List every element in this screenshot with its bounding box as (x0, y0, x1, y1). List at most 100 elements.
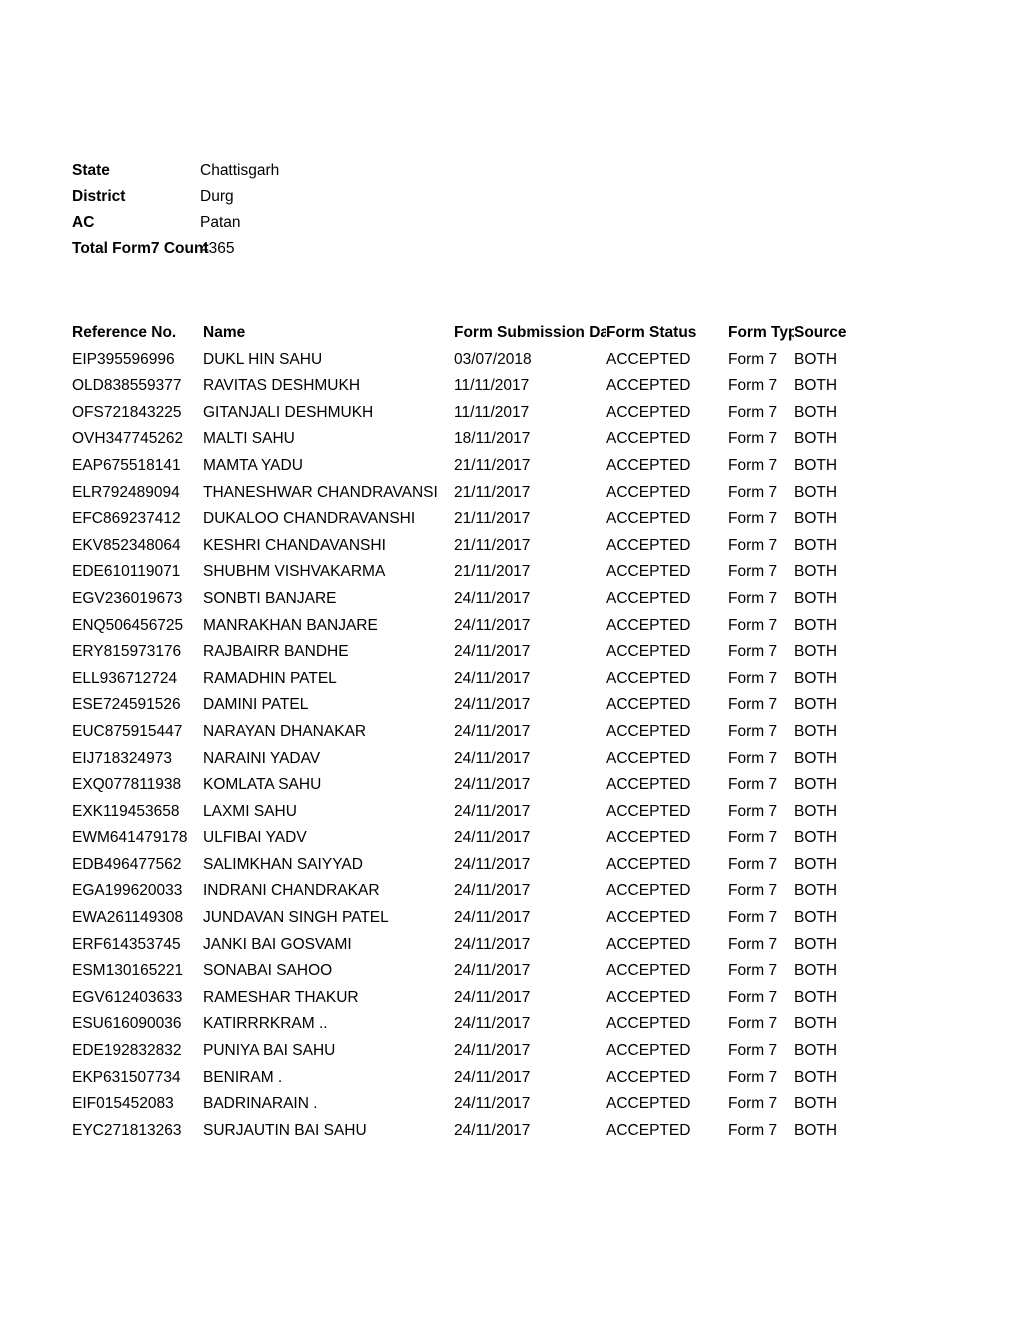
cell-name: SONABAI SAHOO (203, 962, 333, 980)
cell-form-status: ACCEPTED (606, 510, 691, 528)
cell-form-submission-date: 21/11/2017 (454, 483, 531, 501)
cell-form-type: Form 7 (728, 669, 778, 687)
cell-reference-no: ERF614353745 (72, 935, 181, 953)
cell-name: KATIRRRKRAM .. (203, 1015, 328, 1033)
cell-source: BOTH (794, 1121, 838, 1139)
cell-reference-no: ESE724591526 (72, 696, 181, 714)
cell-form-status: ACCEPTED (606, 829, 691, 847)
meta-value-ac: Patan (200, 214, 241, 231)
cell-source: BOTH (794, 403, 838, 421)
meta-label-state: State (72, 162, 110, 179)
cell-name: MANRAKHAN BANJARE (203, 616, 378, 634)
cell-name: BADRINARAIN . (203, 1095, 318, 1113)
cell-form-type: Form 7 (728, 909, 778, 927)
table-row: EDE610119071 SHUBHM VISHVAKARMA 21/11/2017… (72, 559, 872, 586)
cell-form-type: Form 7 (728, 776, 778, 794)
cell-form-type: Form 7 (728, 696, 778, 714)
cell-name: PUNIYA BAI SAHU (203, 1042, 336, 1060)
cell-form-submission-date: 24/11/2017 (454, 855, 531, 873)
cell-form-status: ACCEPTED (606, 456, 691, 474)
cell-form-type: Form 7 (728, 829, 778, 847)
cell-form-status: ACCEPTED (606, 430, 691, 448)
cell-source: BOTH (794, 882, 838, 900)
cell-form-type: Form 7 (728, 350, 778, 368)
table-row: EIP395596996 DUKL HIN SAHU 03/07/2018 ACCEP… (72, 347, 872, 374)
cell-source: BOTH (794, 616, 838, 634)
cell-reference-no: EIP395596996 (72, 350, 175, 368)
cell-form-status: ACCEPTED (606, 1068, 691, 1086)
table-row: ERY815973176 RAJBAIRR BANDHE 24/11/2017 ACC… (72, 639, 872, 666)
table-row: EYC271813263 SURJAUTIN BAI SAHU 24/11/2017… (72, 1118, 872, 1145)
cell-form-type: Form 7 (728, 1095, 778, 1113)
cell-reference-no: ELR792489094 (72, 483, 180, 501)
cell-form-type: Form 7 (728, 483, 778, 501)
cell-source: BOTH (794, 510, 838, 528)
cell-form-submission-date: 24/11/2017 (454, 776, 531, 794)
table-row: ERF614353745 JANKI BAI GOSVAMI 24/11/2017 A… (72, 932, 872, 959)
cell-form-status: ACCEPTED (606, 1121, 691, 1139)
cell-form-submission-date: 24/11/2017 (454, 1095, 531, 1113)
cell-name: NARAINI YADAV (203, 749, 321, 767)
cell-name: RAMADHIN PATEL (203, 669, 337, 687)
form7-table: Reference No. Name Form Submission Date … (72, 320, 872, 1144)
cell-form-type: Form 7 (728, 1121, 778, 1139)
cell-form-type: Form 7 (728, 456, 778, 474)
cell-source: BOTH (794, 350, 838, 368)
cell-reference-no: ESM130165221 (72, 962, 184, 980)
cell-form-status: ACCEPTED (606, 616, 691, 634)
cell-form-submission-date: 18/11/2017 (454, 430, 531, 448)
meta-label-district: District (72, 188, 126, 205)
cell-form-submission-date: 24/11/2017 (454, 829, 531, 847)
cell-source: BOTH (794, 536, 838, 554)
cell-reference-no: ENQ506456725 (72, 616, 184, 634)
cell-name: DAMINI PATEL (203, 696, 309, 714)
cell-form-type: Form 7 (728, 962, 778, 980)
cell-name: SALIMKHAN SAIYYAD (203, 855, 363, 873)
table-row: EKP631507734 BENIRAM . 24/11/2017 ACCEPTED F… (72, 1065, 872, 1092)
cell-source: BOTH (794, 1015, 838, 1033)
cell-form-submission-date: 24/11/2017 (454, 1015, 531, 1033)
cell-form-status: ACCEPTED (606, 1042, 691, 1060)
cell-reference-no: EDE610119071 (72, 563, 181, 581)
table-row: EIJ718324973 NARAINI YADAV 24/11/2017 ACCEP… (72, 746, 872, 773)
cell-reference-no: ELL936712724 (72, 669, 178, 687)
cell-name: SHUBHM VISHVAKARMA (203, 563, 386, 581)
cell-form-submission-date: 24/11/2017 (454, 962, 531, 980)
cell-form-type: Form 7 (728, 536, 778, 554)
cell-form-type: Form 7 (728, 882, 778, 900)
cell-form-status: ACCEPTED (606, 1095, 691, 1113)
cell-form-type: Form 7 (728, 802, 778, 820)
meta-label-total-form7-count: Total Form7 Count (72, 240, 209, 257)
cell-form-status: ACCEPTED (606, 855, 691, 873)
cell-source: BOTH (794, 589, 838, 607)
cell-source: BOTH (794, 855, 838, 873)
cell-reference-no: ESU616090036 (72, 1015, 182, 1033)
cell-source: BOTH (794, 1095, 838, 1113)
cell-source: BOTH (794, 696, 838, 714)
cell-source: BOTH (794, 988, 838, 1006)
cell-form-status: ACCEPTED (606, 536, 691, 554)
table-body: EIP395596996 DUKL HIN SAHU 03/07/2018 ACCEP… (72, 347, 872, 1145)
cell-reference-no: EIF015452083 (72, 1095, 174, 1113)
cell-reference-no: EYC271813263 (72, 1121, 182, 1139)
cell-reference-no: OFS721843225 (72, 403, 182, 421)
table-row: OLD838559377 RAVITAS DESHMUKH 11/11/2017 AC… (72, 373, 872, 400)
cell-form-type: Form 7 (728, 430, 778, 448)
cell-form-status: ACCEPTED (606, 350, 691, 368)
cell-form-submission-date: 21/11/2017 (454, 510, 531, 528)
table-row: ELL936712724 RAMADHIN PATEL 24/11/2017 ACCE… (72, 666, 872, 693)
cell-form-submission-date: 21/11/2017 (454, 536, 531, 554)
column-header-reference-no: Reference No. (72, 324, 177, 341)
cell-name: THANESHWAR CHANDRAVANSI (203, 483, 438, 501)
cell-form-submission-date: 24/11/2017 (454, 643, 531, 661)
cell-source: BOTH (794, 430, 838, 448)
cell-reference-no: OLD838559377 (72, 377, 182, 395)
cell-reference-no: EXQ077811938 (72, 776, 182, 794)
cell-reference-no: EGA199620033 (72, 882, 183, 900)
cell-name: INDRANI CHANDRAKAR (203, 882, 380, 900)
column-header-name: Name (203, 324, 246, 341)
cell-form-status: ACCEPTED (606, 909, 691, 927)
cell-reference-no: ERY815973176 (72, 643, 182, 661)
cell-form-type: Form 7 (728, 563, 778, 581)
cell-reference-no: EKV852348064 (72, 536, 181, 554)
